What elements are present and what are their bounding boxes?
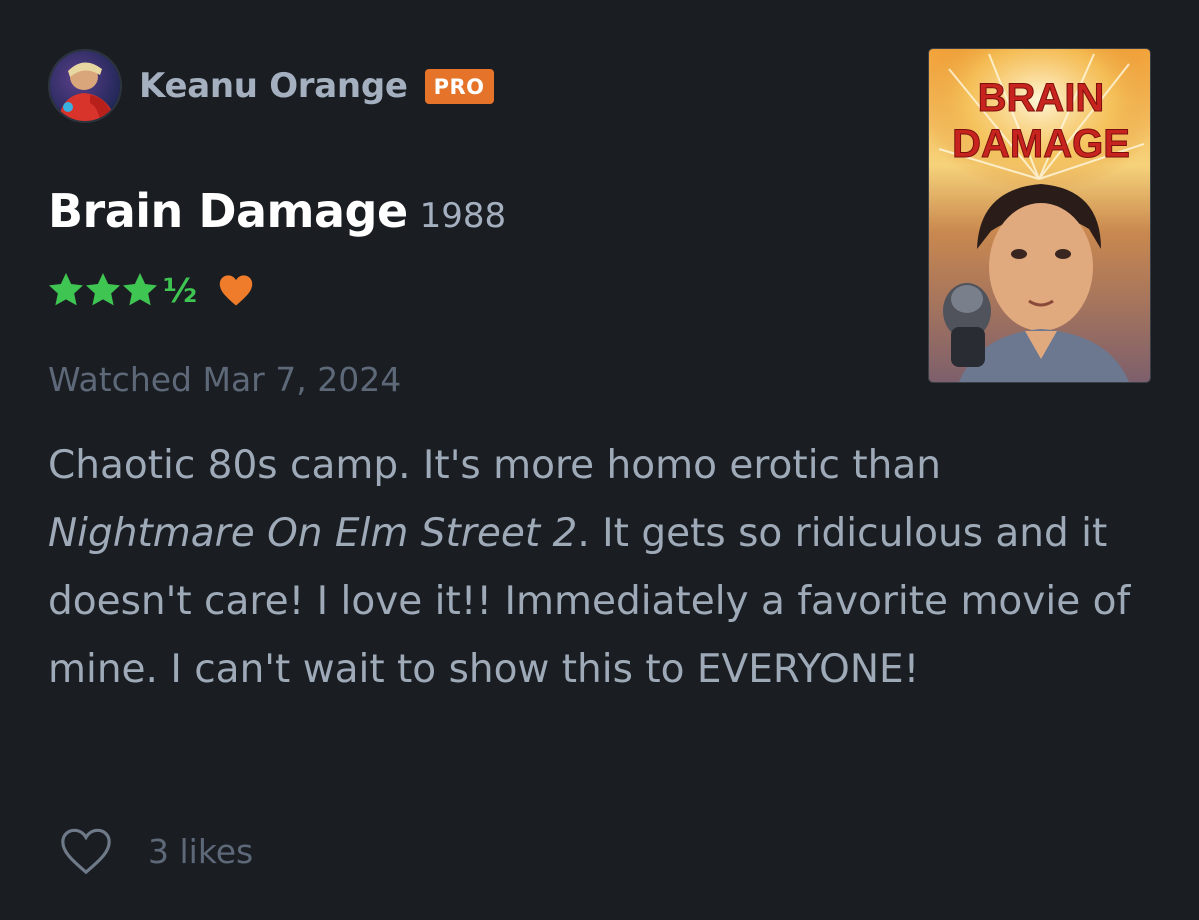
star-icon (49, 273, 83, 306)
film-heading: Brain Damage 1988 (48, 184, 506, 238)
likes: 3 likes (58, 826, 253, 876)
watched-date[interactable]: Watched Mar 7, 2024 (48, 360, 401, 399)
outline-heart-icon[interactable] (58, 826, 114, 876)
avatar[interactable] (48, 49, 122, 123)
half-star-glyph: ½ (163, 270, 198, 310)
heart-icon (219, 275, 253, 306)
film-title[interactable]: Brain Damage (48, 184, 408, 238)
poster-title-line2: DAMAGE (952, 122, 1130, 166)
review-text: Chaotic 80s camp. It's more homo erotic … (48, 432, 1158, 704)
review-text-part1: Chaotic 80s camp. It's more homo erotic … (48, 443, 942, 488)
film-poster[interactable]: BRAIN DAMAGE (928, 48, 1151, 383)
rating: ½ (46, 270, 255, 310)
pro-badge: PRO (424, 68, 494, 104)
star-icon (123, 273, 157, 306)
star-icon (86, 273, 120, 306)
review-italic-title: Nightmare On Elm Street 2 (48, 511, 578, 556)
review-author[interactable]: Keanu Orange PRO (48, 48, 494, 124)
poster-title-line1: BRAIN (978, 76, 1105, 120)
review-card: Keanu Orange PRO Brain Damage 1988 ½ Wat… (0, 0, 1199, 920)
film-year[interactable]: 1988 (420, 196, 507, 236)
likes-count[interactable]: 3 likes (148, 832, 253, 871)
author-name[interactable]: Keanu Orange (139, 66, 408, 106)
